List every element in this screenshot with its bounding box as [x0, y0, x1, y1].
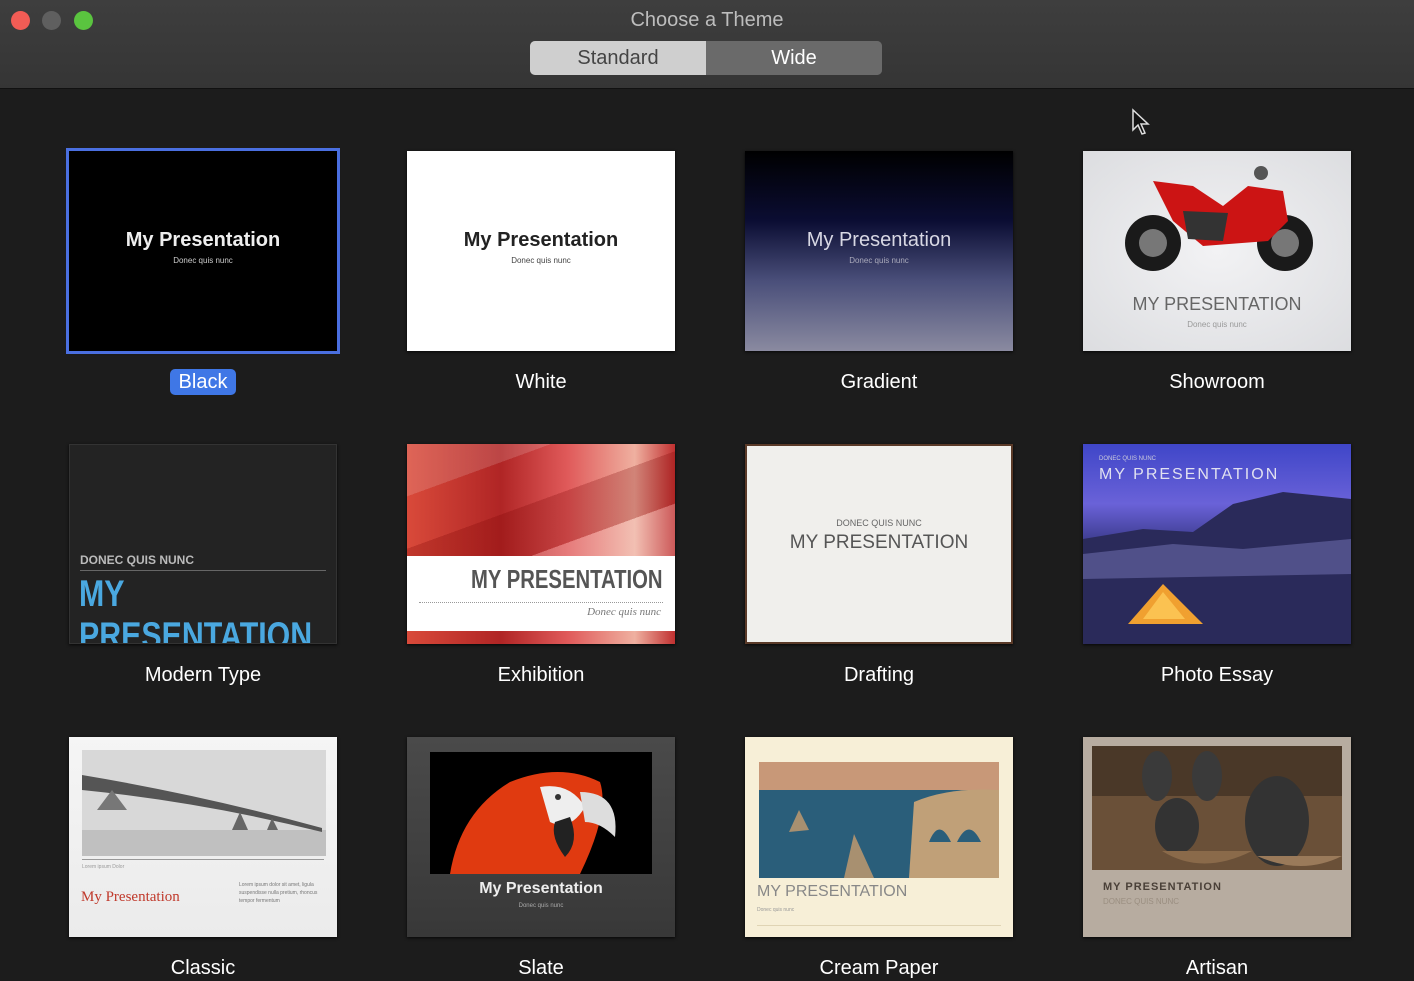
- motorcycle-image: [1125, 166, 1313, 271]
- theme-thumbnail-cream-paper[interactable]: MY PRESENTATION Donec quis nunc: [745, 737, 1013, 937]
- theme-thumbnail-drafting[interactable]: DONEC QUIS NUNC MY PRESENTATION: [745, 444, 1013, 644]
- theme-label: White: [407, 371, 675, 394]
- slide-body: Lorem ipsum dolor sit amet, ligula suspe…: [239, 882, 318, 904]
- divider-line: [80, 570, 326, 571]
- slide-subtitle: Donec quis nunc: [587, 606, 661, 618]
- coastline-image: [759, 762, 999, 878]
- slide-title: My Presentation: [463, 229, 619, 251]
- slide-title: MY PRESENTATION: [1103, 881, 1222, 893]
- theme-name-exhibition[interactable]: Exhibition: [489, 662, 594, 688]
- theme-label: Photo Essay: [1083, 664, 1351, 687]
- theme-label: Drafting: [745, 664, 1013, 687]
- theme-thumbnail-modern-type[interactable]: DONEC QUIS NUNC MY PRESENTATION: [69, 444, 337, 644]
- divider-line: [82, 859, 324, 860]
- theme-tile-modern-type[interactable]: DONEC QUIS NUNC MY PRESENTATION Modern T…: [69, 444, 337, 687]
- image-caption: Lorem ipsum Dolor: [82, 864, 125, 870]
- theme-name-drafting[interactable]: Drafting: [835, 662, 923, 688]
- slide-subtitle: Donec quis nunc: [173, 256, 233, 265]
- theme-label: Classic: [69, 957, 337, 980]
- parrot-image: [430, 752, 652, 874]
- slide-subtitle: Donec quis nunc: [1187, 320, 1247, 329]
- slide-subtitle: DONEC QUIS NUNC: [1103, 897, 1180, 906]
- theme-thumbnail-classic[interactable]: Lorem ipsum Dolor My Presentation Lorem …: [69, 737, 337, 937]
- theme-name-modern-type[interactable]: Modern Type: [136, 662, 270, 688]
- slide-title: My Presentation: [125, 229, 281, 251]
- slide-subtitle: DONEC QUIS NUNC: [836, 518, 922, 528]
- theme-tile-white[interactable]: My Presentation Donec quis nunc White: [407, 151, 675, 394]
- theme-tile-drafting[interactable]: DONEC QUIS NUNC MY PRESENTATION Drafting: [745, 444, 1013, 687]
- theme-label: Modern Type: [69, 664, 337, 687]
- theme-label: Artisan: [1083, 957, 1351, 980]
- slide-title: MY PRESENTATION: [79, 573, 313, 644]
- slide-subtitle: Donec quis nunc: [849, 256, 909, 265]
- theme-name-gradient[interactable]: Gradient: [832, 369, 927, 395]
- theme-tile-photo-essay[interactable]: DONEC QUIS NUNC MY PRESENTATION Photo Es…: [1083, 444, 1351, 687]
- slide-subtitle: DONEC QUIS NUNC: [1099, 456, 1157, 462]
- theme-name-classic[interactable]: Classic: [162, 955, 244, 981]
- aspect-segmented-control: Standard Wide: [530, 41, 882, 75]
- slide-title: My Presentation: [81, 889, 180, 905]
- divider-line: [419, 602, 663, 603]
- theme-thumbnail-black[interactable]: My Presentation Donec quis nunc: [66, 148, 340, 354]
- theme-label: Exhibition: [407, 664, 675, 687]
- theme-label: Black: [69, 369, 337, 395]
- slide-subtitle: Donec quis nunc: [511, 256, 571, 265]
- theme-name-white[interactable]: White: [506, 369, 575, 395]
- wide-tab[interactable]: Wide: [706, 41, 882, 75]
- theme-tile-classic[interactable]: Lorem ipsum Dolor My Presentation Lorem …: [69, 737, 337, 980]
- theme-label: Cream Paper: [745, 957, 1013, 980]
- pottery-image: [1092, 746, 1342, 870]
- theme-tile-artisan[interactable]: MY PRESENTATION DONEC QUIS NUNC Artisan: [1083, 737, 1351, 980]
- theme-tile-black[interactable]: My Presentation Donec quis nunc Black: [66, 148, 340, 395]
- slide-title: My Presentation: [806, 229, 952, 251]
- theme-name-photo-essay[interactable]: Photo Essay: [1152, 662, 1282, 688]
- theme-tile-cream-paper[interactable]: MY PRESENTATION Donec quis nunc Cream Pa…: [745, 737, 1013, 980]
- slide-title: My Presentation: [479, 880, 603, 897]
- window-title: Choose a Theme: [630, 9, 784, 31]
- slide-title: MY PRESENTATION: [789, 532, 969, 553]
- theme-thumbnail-showroom[interactable]: MY PRESENTATION Donec quis nunc: [1083, 151, 1351, 351]
- theme-name-slate[interactable]: Slate: [509, 955, 573, 981]
- mouse-pointer-icon: [1132, 108, 1150, 135]
- theme-name-cream-paper[interactable]: Cream Paper: [811, 955, 948, 981]
- theme-thumbnail-exhibition[interactable]: MY PRESENTATION Donec quis nunc: [407, 444, 675, 644]
- theme-tile-showroom[interactable]: MY PRESENTATION Donec quis nunc Showroom: [1083, 151, 1351, 394]
- slide-title: MY PRESENTATION: [1099, 466, 1280, 483]
- theme-thumbnail-photo-essay[interactable]: DONEC QUIS NUNC MY PRESENTATION: [1083, 444, 1351, 644]
- slide-subtitle: DONEC QUIS NUNC: [80, 553, 195, 567]
- slide-title: MY PRESENTATION: [471, 564, 663, 594]
- theme-tile-gradient[interactable]: My Presentation Donec quis nunc Gradient: [745, 151, 1013, 394]
- divider-line: [757, 925, 1001, 926]
- theme-thumbnail-gradient[interactable]: My Presentation Donec quis nunc: [745, 151, 1013, 351]
- theme-thumbnail-slate[interactable]: My Presentation Donec quis nunc: [407, 737, 675, 937]
- theme-label: Slate: [407, 957, 675, 980]
- theme-name-showroom[interactable]: Showroom: [1160, 369, 1274, 395]
- standard-tab[interactable]: Standard: [530, 41, 706, 75]
- bridge-image: [82, 750, 326, 856]
- theme-name-black[interactable]: Black: [169, 369, 237, 395]
- theme-name-artisan[interactable]: Artisan: [1177, 955, 1257, 981]
- slide-title: MY PRESENTATION: [757, 883, 908, 900]
- theme-label: Gradient: [745, 371, 1013, 394]
- watercolor-image: [407, 444, 675, 556]
- theme-thumbnail-artisan[interactable]: MY PRESENTATION DONEC QUIS NUNC: [1083, 737, 1351, 937]
- window-titlebar: Choose a Theme Standard Wide: [0, 0, 1414, 89]
- theme-tile-exhibition[interactable]: MY PRESENTATION Donec quis nunc Exhibiti…: [407, 444, 675, 687]
- theme-thumbnail-white[interactable]: My Presentation Donec quis nunc: [407, 151, 675, 351]
- theme-label: Showroom: [1083, 371, 1351, 394]
- slide-title: MY PRESENTATION: [1132, 294, 1302, 314]
- slide-subtitle: Donec quis nunc: [757, 907, 795, 913]
- slide-subtitle: Donec quis nunc: [518, 903, 564, 909]
- theme-tile-slate[interactable]: My Presentation Donec quis nunc Slate: [407, 737, 675, 980]
